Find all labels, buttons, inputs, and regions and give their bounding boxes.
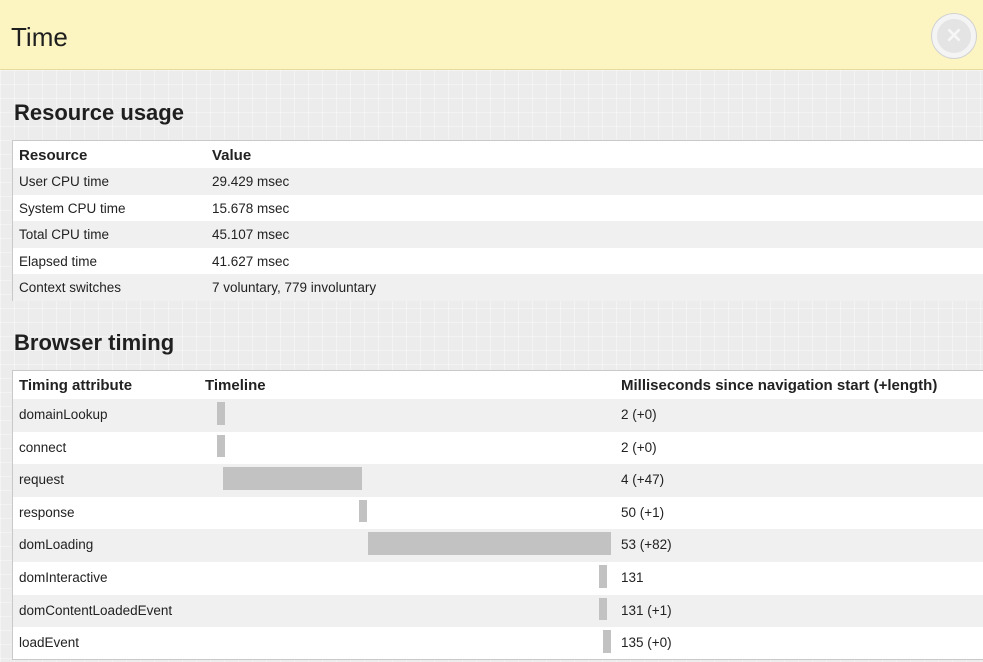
resource-name: User CPU time <box>19 174 110 189</box>
table-row: System CPU time 15.678 msec <box>13 195 983 222</box>
table-row: loadEvent 135 (+0) <box>13 627 983 660</box>
close-icon: × <box>944 23 964 48</box>
table-row: Total CPU time 45.107 msec <box>13 221 983 248</box>
timeline-bar <box>359 499 368 523</box>
resource-name: Elapsed time <box>19 253 98 269</box>
table-row: User CPU time 29.429 msec <box>13 168 983 195</box>
timing-milliseconds: 50 (+1) <box>621 504 665 520</box>
table-row: connect 2 (+0) <box>13 432 983 465</box>
table-row: Elapsed time 41.627 msec <box>13 248 983 275</box>
resource-name: Total CPU time <box>19 227 110 243</box>
timeline-bar <box>599 597 608 621</box>
table-header-row: Timing attribute Timeline Milliseconds s… <box>13 371 983 399</box>
table-row: domContentLoadedEvent 131 (+1) <box>13 594 983 628</box>
table-row: domainLookup 2 (+0) <box>13 399 983 432</box>
timing-attribute: domLoading <box>19 537 94 553</box>
resource-name: System CPU time <box>19 200 126 216</box>
timing-attribute: domInteractive <box>19 570 108 585</box>
timeline-bar <box>216 434 225 458</box>
browser-timing-table: Timing attribute Timeline Milliseconds s… <box>12 370 983 660</box>
timing-attribute: connect <box>19 439 67 455</box>
column-header-resource: Resource <box>19 147 88 164</box>
timeline-bar <box>216 402 225 425</box>
resource-value: 15.678 msec <box>212 200 290 216</box>
resource-value: 7 voluntary, 779 involuntary <box>212 280 377 296</box>
timing-milliseconds: 53 (+82) <box>621 537 672 553</box>
panel-title-bar: Time × <box>0 0 983 70</box>
table-row: domInteractive 131 <box>13 562 983 595</box>
timing-milliseconds: 131 (+1) <box>621 602 672 618</box>
timing-milliseconds: 131 <box>621 570 644 585</box>
close-button[interactable]: × <box>932 14 976 58</box>
column-header-value: Value <box>212 147 252 164</box>
timing-milliseconds: 135 (+0) <box>621 635 672 651</box>
browser-timing-heading: Browser timing <box>14 330 175 355</box>
resource-name: Context switches <box>19 280 122 296</box>
table-row: Context switches 7 voluntary, 779 involun… <box>13 274 983 301</box>
timing-attribute: loadEvent <box>19 635 80 651</box>
timing-attribute: request <box>19 472 65 488</box>
timing-attribute: response <box>19 504 75 520</box>
timing-attribute: domainLookup <box>19 407 108 422</box>
timing-milliseconds: 2 (+0) <box>621 407 657 422</box>
timing-attribute: domContentLoadedEvent <box>19 602 173 618</box>
panel-title: Time <box>11 22 68 52</box>
resource-value: 29.429 msec <box>212 174 290 189</box>
timeline-bar <box>603 630 611 653</box>
timeline-bar <box>599 565 608 588</box>
timing-milliseconds: 2 (+0) <box>621 439 657 455</box>
table-row: request 4 (+47) <box>13 464 983 497</box>
table-row: domLoading 53 (+82) <box>13 529 983 562</box>
timeline-bar <box>368 532 611 555</box>
timeline-bar <box>222 467 363 490</box>
timing-milliseconds: 4 (+47) <box>621 472 665 488</box>
resource-usage-heading: Resource usage <box>14 100 184 125</box>
column-header-milliseconds: Milliseconds since navigation start (+le… <box>621 377 938 394</box>
resource-usage-table: Resource Value User CPU time 29.429 msec S… <box>12 140 983 301</box>
column-header-timing-attribute: Timing attribute <box>19 377 133 394</box>
table-header-row: Resource Value <box>13 141 983 168</box>
column-header-timeline: Timeline <box>205 377 266 394</box>
resource-value: 45.107 msec <box>212 227 290 243</box>
resource-value: 41.627 msec <box>212 253 290 269</box>
table-row: response 50 (+1) <box>13 497 983 530</box>
